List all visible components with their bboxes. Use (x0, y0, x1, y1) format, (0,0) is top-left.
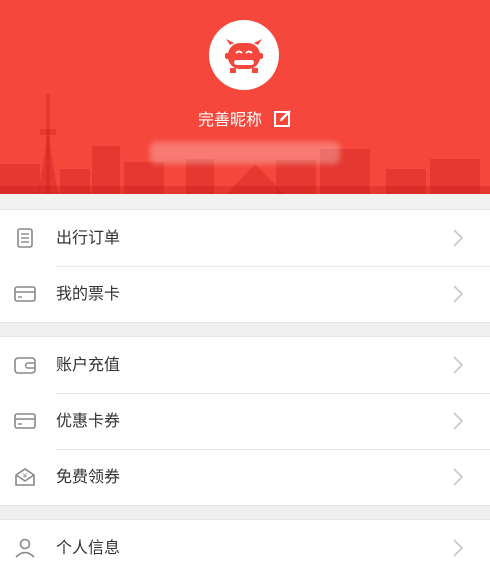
chevron-right-icon (453, 468, 464, 486)
wallet-icon (14, 357, 36, 374)
chevron-right-icon (453, 412, 464, 430)
menu-item-label: 优惠卡券 (56, 411, 121, 430)
menu-item-personal-info[interactable]: 个人信息 (0, 520, 490, 569)
order-list-icon (17, 228, 33, 248)
section-gap (0, 506, 490, 519)
avatar[interactable] (209, 20, 279, 90)
menu-item-label: 免费领券 (56, 467, 121, 486)
edit-icon[interactable] (274, 109, 292, 127)
menu-group-wallet: 账户充值 优惠卡券 ¥ 免费领券 (0, 336, 490, 506)
nickname-label: 完善昵称 (197, 110, 262, 129)
menu-group-profile: 个人信息 (0, 519, 490, 569)
menu-item-label: 出行订单 (56, 228, 121, 247)
chevron-right-icon (453, 539, 464, 557)
menu-item-coupon-cards[interactable]: 优惠卡券 (0, 393, 490, 449)
menu-item-label: 我的票卡 (56, 284, 121, 303)
section-gap (0, 323, 490, 336)
menu-item-account-recharge[interactable]: 账户充值 (0, 337, 490, 393)
gift-envelope-icon: ¥ (15, 468, 35, 486)
ticket-card-icon (14, 286, 36, 302)
chevron-right-icon (453, 229, 464, 247)
chevron-right-icon (453, 285, 464, 303)
coupon-card-icon (14, 413, 36, 429)
menu-item-free-coupons[interactable]: ¥ 免费领券 (0, 449, 490, 505)
menu-item-label: 账户充值 (56, 355, 121, 374)
profile-header: 完善昵称 (0, 0, 490, 194)
section-gap (0, 194, 490, 209)
car-face-icon (225, 39, 263, 73)
menu-item-label: 个人信息 (56, 538, 121, 557)
user-icon (15, 538, 35, 558)
menu-item-my-ticket-card[interactable]: 我的票卡 (0, 266, 490, 322)
chevron-right-icon (453, 356, 464, 374)
blurred-account-info (150, 142, 340, 164)
svg-text:¥: ¥ (23, 472, 28, 480)
menu-group-orders: 出行订单 我的票卡 (0, 209, 490, 323)
city-skyline-decoration (0, 94, 490, 194)
menu-item-travel-orders[interactable]: 出行订单 (0, 210, 490, 266)
nickname-row[interactable]: 完善昵称 (0, 106, 490, 130)
